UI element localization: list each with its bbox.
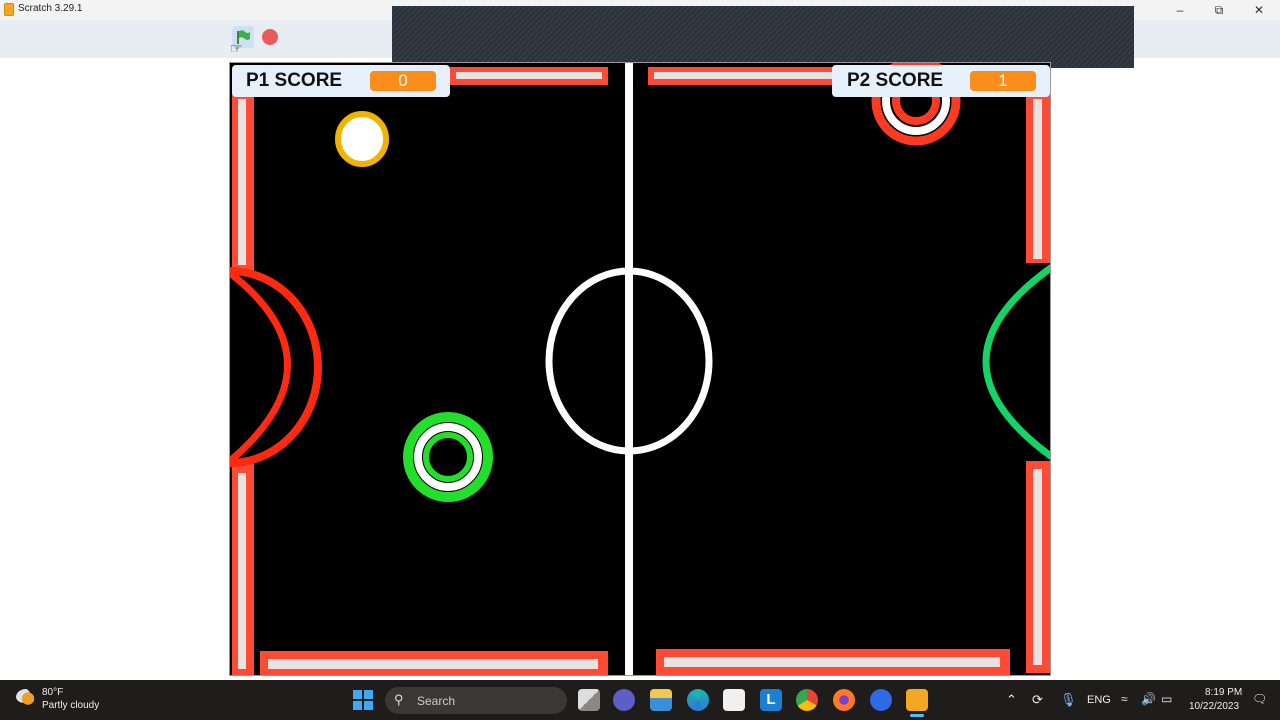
scratch-app-icon: [4, 3, 14, 16]
partly-cloudy-icon: [16, 689, 36, 705]
p1-score-monitor: P1 SCORE 0: [232, 65, 450, 97]
microphone-icon[interactable]: 🎙: [1060, 692, 1077, 708]
p2-score-label: P2 SCORE: [847, 70, 944, 91]
p2-score-value: 1: [970, 71, 1036, 91]
p1-goal: [230, 267, 322, 467]
chrome-icon[interactable]: [796, 689, 818, 711]
weather-desc: Partly cloudy: [42, 700, 100, 711]
taskbar-search[interactable]: ⚲ Search: [385, 687, 567, 714]
active-app-indicator: [910, 714, 924, 717]
p2-goal-arc: [982, 264, 1050, 460]
search-icon: ⚲: [394, 692, 404, 707]
stop-button[interactable]: [262, 29, 278, 45]
clock-date[interactable]: 10/22/2023: [1189, 701, 1239, 712]
microsoft-store-icon[interactable]: [723, 689, 745, 711]
close-button[interactable]: ✕: [1239, 0, 1279, 20]
weather-temp: 80°F: [42, 687, 64, 698]
hand-cursor-icon: ☞: [230, 40, 243, 56]
minimize-button[interactable]: –: [1160, 0, 1200, 20]
windows-logo-icon: [353, 690, 373, 710]
show-hidden-icons-button[interactable]: ⌃: [1006, 692, 1017, 708]
zoom-icon[interactable]: [870, 689, 892, 711]
p2-score-monitor: P2 SCORE 1: [832, 65, 1050, 97]
edge-icon[interactable]: [687, 689, 709, 711]
notifications-icon[interactable]: 🗨: [1252, 692, 1267, 706]
sync-icon[interactable]: ⟳: [1032, 692, 1043, 708]
p1-score-label: P1 SCORE: [246, 70, 343, 91]
restore-button[interactable]: ⧉: [1199, 0, 1239, 20]
language-indicator[interactable]: ENG: [1087, 694, 1111, 706]
search-placeholder: Search: [417, 694, 456, 708]
clock-time[interactable]: 8:19 PM: [1205, 687, 1242, 698]
file-explorer-icon[interactable]: [650, 689, 672, 711]
game-stage[interactable]: P1 SCORE 0 P2 SCORE 1: [229, 62, 1051, 676]
scratch-taskbar-icon[interactable]: [906, 689, 928, 711]
firefox-icon[interactable]: [833, 689, 855, 711]
p1-score-value: 0: [370, 71, 436, 91]
window-title: Scratch 3.29.1: [18, 3, 83, 14]
redacted-overlay: [392, 6, 1134, 68]
volume-icon[interactable]: 🔊: [1141, 692, 1156, 706]
p1-goal-arc: [230, 270, 291, 464]
teams-icon[interactable]: [613, 689, 635, 711]
battery-icon[interactable]: ▭: [1161, 692, 1172, 706]
minimize-icon: –: [1176, 3, 1184, 17]
game-field: [230, 63, 1050, 675]
lexia-icon[interactable]: L: [760, 689, 782, 711]
wifi-icon[interactable]: ≈: [1121, 692, 1128, 706]
center-line: [625, 63, 633, 675]
task-view-icon[interactable]: [578, 689, 600, 711]
close-icon: ✕: [1253, 3, 1265, 17]
puck: [335, 111, 389, 167]
restore-icon: ⧉: [1214, 2, 1224, 17]
start-button[interactable]: [353, 690, 373, 710]
